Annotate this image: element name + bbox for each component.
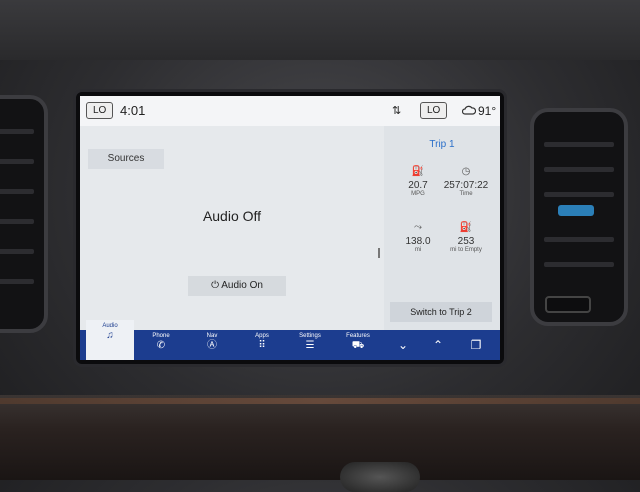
- sources-button[interactable]: Sources: [88, 149, 164, 169]
- nav-nav[interactable]: Nav Ⓐ: [187, 330, 237, 360]
- dashboard-top: [0, 0, 640, 60]
- bottom-nav-bar: Audio ♫ Phone ✆ Nav Ⓐ Apps ⠿ Settings ☰ …: [80, 320, 500, 360]
- nav-audio[interactable]: Audio ♫: [86, 320, 134, 360]
- dashboard-knob: [340, 462, 420, 492]
- time-label: Time: [459, 191, 473, 197]
- timer-icon: ◷: [461, 166, 471, 177]
- trip-metric-range: ⛽ 253 mi to Empty: [436, 222, 496, 253]
- trip-title: Trip 1: [429, 139, 455, 150]
- audio-panel: Sources Audio Off ⏻ Audio On: [80, 126, 384, 330]
- vent-adjuster-tab: [558, 205, 594, 216]
- phone-icon: ✆: [156, 340, 166, 351]
- time-value: 257:07:22: [443, 180, 489, 191]
- arrows-updown-icon[interactable]: ⇅: [392, 104, 401, 117]
- chevron-down-icon[interactable]: ⌄: [385, 330, 421, 360]
- driver-climate-button[interactable]: LO: [86, 102, 114, 119]
- sources-label: Sources: [107, 153, 145, 164]
- switch-trip-label: Switch to Trip 2: [410, 307, 472, 317]
- chevron-up-icon[interactable]: ⌃: [420, 330, 456, 360]
- nav-settings[interactable]: Settings ☰: [285, 330, 335, 360]
- driver-temp-label: LO: [93, 105, 107, 116]
- left-air-vent: [0, 95, 48, 333]
- clock: 4:01: [120, 103, 146, 118]
- audio-on-label: Audio On: [221, 280, 263, 291]
- range-label: mi to Empty: [450, 247, 482, 253]
- right-air-vent: [530, 108, 628, 326]
- switch-trip-button[interactable]: Switch to Trip 2: [390, 302, 492, 322]
- range-value: 253: [457, 236, 475, 247]
- music-note-icon: ♫: [106, 330, 114, 341]
- audio-state-text: Audio Off: [202, 208, 262, 224]
- vent-close-button: [545, 296, 591, 313]
- infotainment-screen: LO 4:01 ⇅ LO 91° Sources Audio Off ⏻ Aud…: [80, 96, 500, 360]
- dashboard-bottom: [0, 395, 640, 480]
- navigation-icon: Ⓐ: [207, 340, 217, 351]
- passenger-climate-button[interactable]: LO: [420, 102, 448, 119]
- trip-metric-time: ◷ 257:07:22 Time: [436, 166, 496, 197]
- nav-phone[interactable]: Phone ✆: [136, 330, 186, 360]
- panel-resize-handle[interactable]: [378, 248, 380, 258]
- nav-apps[interactable]: Apps ⠿: [237, 330, 287, 360]
- power-icon: ⏻: [211, 280, 219, 291]
- passenger-temp-label: LO: [427, 105, 441, 116]
- nav-features[interactable]: Features ⛟: [333, 330, 383, 360]
- sliders-icon: ☰: [305, 340, 315, 351]
- status-bar: LO 4:01 ⇅ LO 91°: [80, 96, 500, 126]
- audio-on-button[interactable]: ⏻ Audio On: [188, 276, 286, 296]
- trip-panel: Trip 1 ⛽ 20.7 MPG ◷ 257:07:22 Time ⤳ 138…: [384, 126, 500, 330]
- cloud-icon: [462, 105, 476, 115]
- car-icon: ⛟: [351, 340, 365, 351]
- dashboard-trim: [0, 398, 640, 404]
- apps-grid-icon: ⠿: [258, 340, 266, 351]
- fuel-pump-icon: ⛽: [459, 222, 473, 233]
- copy-icon[interactable]: ❐: [458, 330, 494, 360]
- outside-temperature: 91°: [478, 104, 497, 118]
